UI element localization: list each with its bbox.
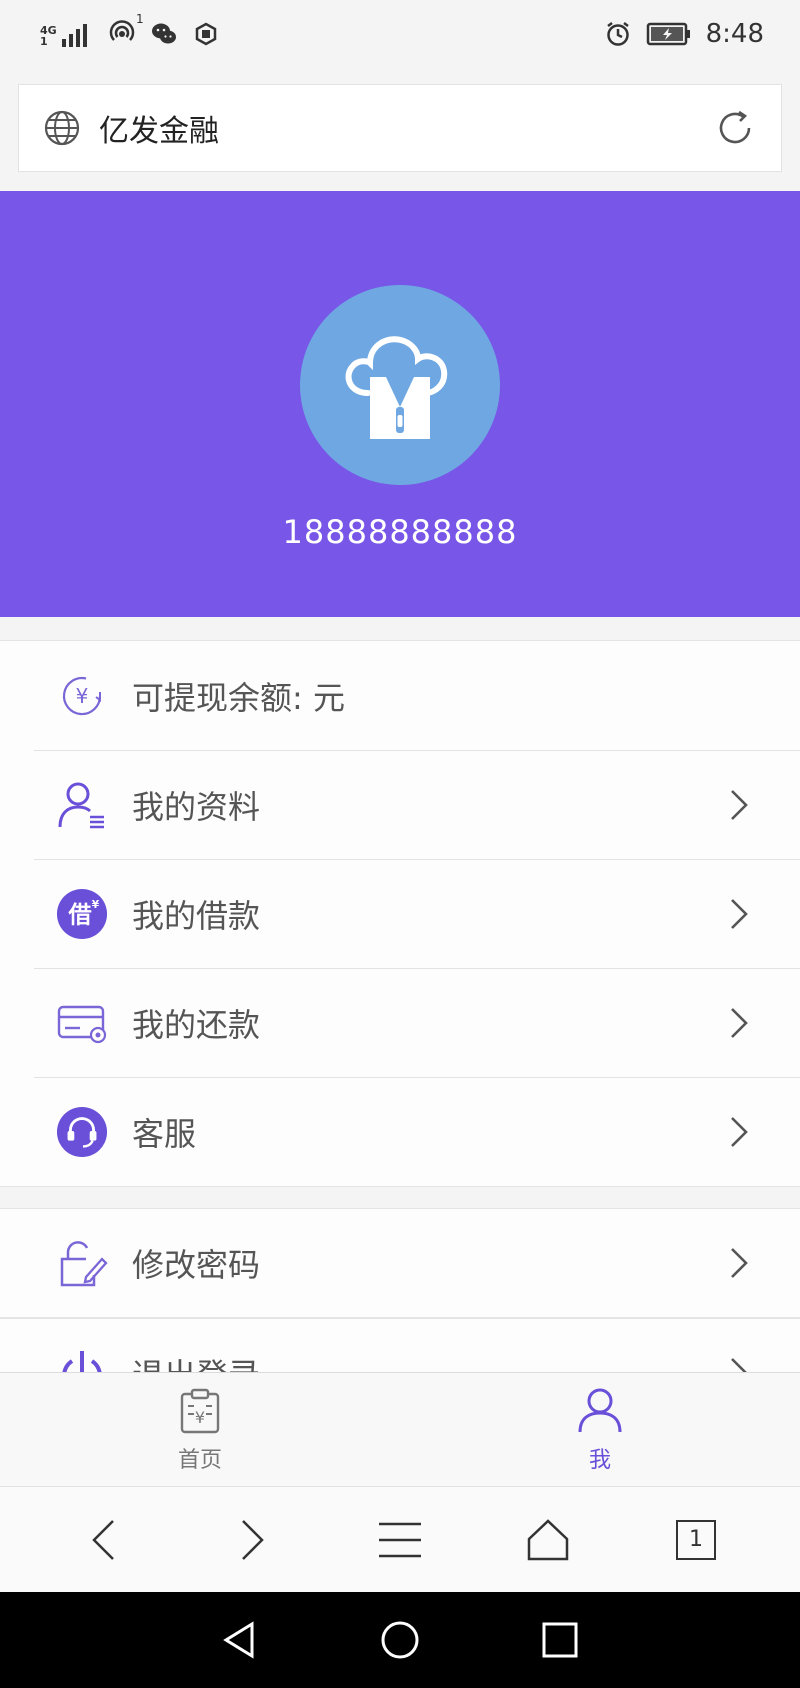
clipboard-yuan-icon: ¥ — [180, 1388, 220, 1433]
nav-back-icon[interactable] — [220, 1620, 260, 1660]
app-notification-icon — [195, 22, 216, 46]
menu-label: 我的资料 — [132, 787, 261, 826]
svg-text:¥: ¥ — [76, 684, 89, 708]
hotspot-icon — [109, 20, 134, 41]
menu-icon-wrap: 借 ¥ — [56, 888, 108, 940]
balance-icon-wrap: ¥ — [56, 670, 108, 722]
tab-home[interactable]: ¥ 首页 — [0, 1373, 400, 1486]
chevron-right-icon — [731, 898, 748, 929]
profile-header: 18888888888 — [0, 191, 800, 617]
repayment-card-icon — [57, 1005, 107, 1043]
browser-tabs-button[interactable]: 1 — [666, 1510, 726, 1570]
menu-label: 我的借款 — [132, 896, 261, 935]
status-right: 8:48 — [604, 19, 764, 49]
signal-icon — [61, 24, 87, 47]
home-icon — [527, 1518, 569, 1560]
nav-home-icon[interactable] — [380, 1620, 420, 1660]
browser-menu-button[interactable] — [370, 1510, 430, 1570]
browser-toolbar: 1 — [0, 1486, 800, 1592]
menu-item-my-loans[interactable]: 借 ¥ 我的借款 — [0, 859, 800, 968]
menu-item-customer-service[interactable]: 客服 — [0, 1077, 800, 1186]
battery-charging-icon — [646, 22, 690, 46]
menu-icon-wrap — [56, 1237, 108, 1289]
yuan-refresh-icon: ¥ — [62, 676, 102, 715]
cloud-zipper-logo-icon — [345, 336, 448, 439]
loan-icon: 借 ¥ — [56, 888, 108, 939]
nav-recents-icon[interactable] — [540, 1620, 580, 1660]
status-left: 4G 1 1 — [40, 12, 220, 50]
android-navigation-bar — [0, 1592, 800, 1688]
svg-text:¥: ¥ — [92, 899, 100, 911]
hotspot: 1 — [108, 12, 144, 50]
browser-home-button[interactable] — [518, 1510, 578, 1570]
reload-icon[interactable] — [713, 106, 757, 150]
tab-label: 我 — [588, 1447, 611, 1473]
tab-count-badge: 1 — [676, 1519, 716, 1560]
chevron-right-icon — [731, 1007, 748, 1038]
menu-item-change-password[interactable]: 修改密码 — [0, 1209, 800, 1317]
menu-label: 修改密码 — [132, 1246, 261, 1284]
security-menu: 修改密码 — [0, 1208, 800, 1318]
avatar[interactable] — [300, 285, 500, 485]
chevron-left-icon — [92, 1519, 114, 1560]
menu-item-my-repayments[interactable]: 我的还款 — [0, 968, 800, 1077]
menu-icon-wrap — [56, 1106, 108, 1158]
svg-text:¥: ¥ — [195, 1408, 205, 1427]
alarm-icon — [606, 22, 629, 46]
network-sub-label: 1 — [40, 35, 48, 48]
user-profile-icon — [58, 782, 104, 828]
network-type: 4G 1 — [40, 21, 94, 47]
page-title: 亿发金融 — [99, 114, 219, 149]
menu-icon-wrap — [56, 779, 108, 831]
tab-me[interactable]: 我 — [400, 1373, 800, 1486]
status-bar: 4G 1 1 8:48 — [0, 0, 800, 68]
logout-menu: 退出登录 — [0, 1318, 800, 1376]
menu-label: 客服 — [132, 1114, 197, 1153]
globe-icon — [44, 110, 80, 146]
menu-label: 我的还款 — [132, 1005, 261, 1044]
hotspot-badge: 1 — [136, 12, 144, 26]
customer-service-icon — [56, 1106, 108, 1157]
wechat-icon — [151, 23, 176, 44]
browser-forward-button[interactable] — [222, 1510, 282, 1570]
menu-item-logout[interactable]: 退出登录 — [0, 1319, 800, 1375]
menu-item-my-profile[interactable]: 我的资料 — [0, 750, 800, 859]
tab-label: 首页 — [177, 1447, 222, 1473]
balance-label: 可提现余额: 元 — [132, 678, 345, 717]
chevron-right-icon — [731, 789, 748, 820]
account-menu: ¥ 可提现余额: 元 我的资料 借 ¥ 我的借款 我的还款 客服 — [0, 640, 800, 1187]
user-icon — [578, 1388, 622, 1432]
menu-icon-wrap — [56, 997, 108, 1049]
browser-back-button[interactable] — [74, 1510, 134, 1570]
chevron-right-icon — [731, 1248, 748, 1278]
svg-text:借: 借 — [68, 902, 92, 928]
chevron-right-icon — [242, 1519, 264, 1560]
browser-address-bar[interactable]: 亿发金融 — [18, 84, 782, 172]
chevron-right-icon — [731, 1116, 748, 1147]
withdrawable-balance-row: ¥ 可提现余额: 元 — [0, 641, 800, 750]
lock-edit-icon — [60, 1241, 108, 1287]
hamburger-menu-icon — [379, 1522, 421, 1557]
user-phone: 18888888888 — [282, 513, 518, 551]
bottom-tab-bar: ¥ 首页 我 — [0, 1372, 800, 1486]
clock: 8:48 — [705, 19, 764, 49]
